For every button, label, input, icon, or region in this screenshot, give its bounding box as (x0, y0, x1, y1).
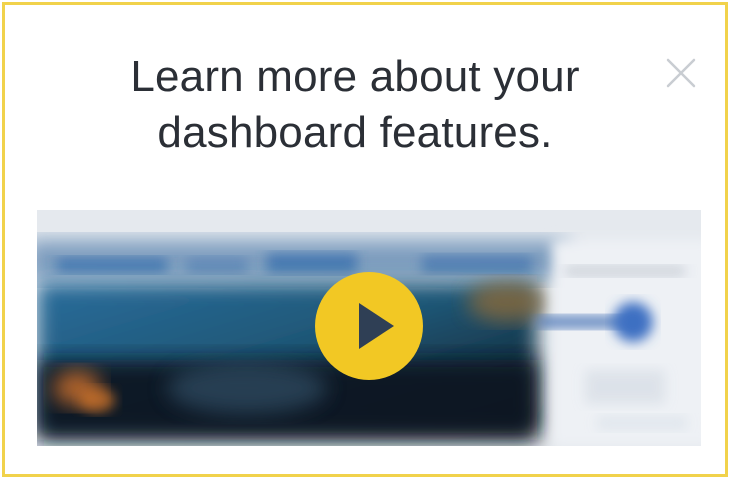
modal-title-line-1: Learn more about your (130, 52, 580, 101)
video-thumbnail[interactable] (37, 210, 701, 446)
modal-title: Learn more about your dashboard features… (5, 49, 705, 161)
feature-video-modal: Learn more about your dashboard features… (2, 2, 728, 477)
play-button[interactable] (315, 272, 423, 380)
close-icon (666, 58, 696, 88)
close-button[interactable] (660, 52, 702, 94)
play-icon (359, 303, 394, 349)
modal-title-line-2: dashboard features. (157, 108, 553, 157)
